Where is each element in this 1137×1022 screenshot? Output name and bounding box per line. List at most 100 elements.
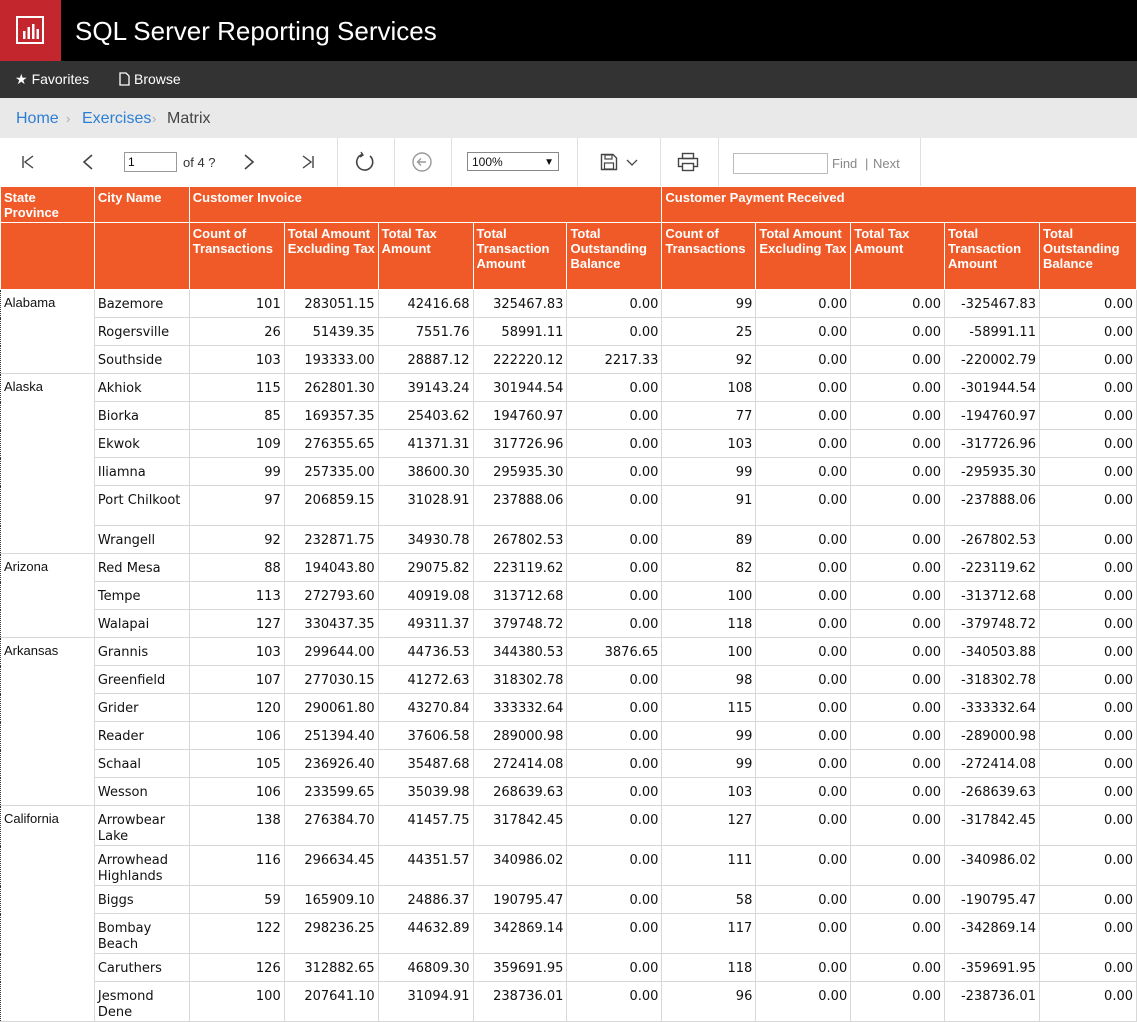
zoom-select[interactable]: 100% ▼ (467, 152, 559, 171)
breadcrumb-exercises[interactable]: Exercises (82, 109, 151, 129)
payment-outstanding-cell: 0.00 (1038, 289, 1137, 318)
header-invoice-tax: Total Tax Amount (377, 222, 474, 290)
payment-outstanding-cell: 0.00 (1038, 805, 1137, 846)
payment-outstanding-cell: 0.00 (1038, 373, 1137, 402)
payment-outstanding-cell: 0.00 (1038, 609, 1137, 638)
payment-outstanding-cell: 0.00 (1038, 553, 1137, 582)
invoice-tax-cell: 7551.76 (377, 317, 474, 346)
city-cell: Biggs (93, 885, 190, 914)
payment-count-cell: 98 (661, 665, 757, 694)
table-row: Jesmond Dene 100 207641.10 31094.91 238736.0… (1, 981, 1137, 1022)
payment-transaction-cell: -58991.11 (944, 317, 1040, 346)
invoice-tax-cell: 41371.31 (377, 429, 474, 458)
payment-outstanding-cell: 0.00 (1038, 693, 1137, 722)
table-row: Southside 103 193333.00 28887.12 222220.12 22… (1, 345, 1137, 374)
invoice-transaction-cell: 194760.97 (472, 401, 568, 430)
save-icon[interactable] (600, 153, 620, 171)
payment-count-cell: 58 (661, 885, 757, 914)
header-invoice-count: Count of Transactions (188, 222, 285, 290)
city-cell: Wrangell (93, 525, 190, 554)
payment-transaction-cell: -268639.63 (944, 777, 1040, 806)
print-icon[interactable] (677, 152, 699, 172)
invoice-transaction-cell: 58991.11 (472, 317, 568, 346)
invoice-transaction-cell: 222220.12 (472, 345, 568, 374)
invoice-tax-cell: 28887.12 (377, 345, 474, 374)
payment-outstanding-cell: 0.00 (1038, 457, 1137, 486)
ssrs-logo[interactable] (0, 0, 61, 61)
invoice-outstanding-cell: 0.00 (566, 401, 663, 430)
payment-transaction-cell: -223119.62 (944, 553, 1040, 582)
refresh-icon[interactable] (354, 151, 376, 173)
payment-excl-tax-cell: 0.00 (755, 553, 852, 582)
invoice-outstanding-cell: 3876.65 (566, 637, 663, 666)
table-row: Arkansas Grannis 103 299644.00 44736.53 34438… (0, 637, 1137, 806)
payment-excl-tax-cell: 0.00 (755, 485, 852, 526)
invoice-outstanding-cell: 0.00 (566, 805, 663, 846)
invoice-transaction-cell: 268639.63 (472, 777, 568, 806)
header-invoice-transaction: Total Transaction Amount (472, 222, 568, 290)
invoice-outstanding-cell: 0.00 (566, 525, 663, 554)
invoice-excl-tax-cell: 193333.00 (283, 345, 379, 374)
invoice-transaction-cell: 379748.72 (472, 609, 568, 638)
find-input[interactable] (733, 153, 828, 174)
invoice-transaction-cell: 272414.08 (472, 749, 568, 778)
chevron-right-icon: › (66, 111, 71, 126)
breadcrumb-home[interactable]: Home (16, 109, 59, 129)
payment-tax-cell: 0.00 (850, 913, 946, 954)
back-icon[interactable] (411, 151, 433, 173)
table-row: Wrangell 92 232871.75 34930.78 267802.53 0.00… (1, 525, 1137, 554)
table-row: Rogersville 26 51439.35 7551.76 58991.11 0.00… (1, 317, 1137, 346)
payment-tax-cell: 0.00 (850, 485, 946, 526)
payment-transaction-cell: -379748.72 (944, 609, 1040, 638)
invoice-count-cell: 26 (188, 317, 285, 346)
payment-transaction-cell: -301944.54 (944, 373, 1040, 402)
payment-tax-cell: 0.00 (850, 525, 946, 554)
payment-tax-cell: 0.00 (850, 345, 946, 374)
find-button[interactable]: Find (832, 156, 857, 171)
invoice-outstanding-cell: 2217.33 (566, 345, 663, 374)
payment-outstanding-cell: 0.00 (1038, 525, 1137, 554)
header-invoice-outstanding: Total Outstanding Balance (566, 222, 663, 290)
table-row: Reader 106 251394.40 37606.58 289000.98 0.00 9… (1, 721, 1137, 750)
payment-count-cell: 99 (661, 749, 757, 778)
breadcrumb-current: Matrix (167, 110, 211, 127)
find-next-button[interactable]: Next (873, 156, 900, 171)
payment-excl-tax-cell: 0.00 (755, 953, 852, 982)
city-cell: Biorka (93, 401, 190, 430)
invoice-excl-tax-cell: 277030.15 (283, 665, 379, 694)
payment-excl-tax-cell: 0.00 (755, 913, 852, 954)
payment-excl-tax-cell: 0.00 (755, 981, 852, 1022)
invoice-outstanding-cell: 0.00 (566, 981, 663, 1022)
invoice-excl-tax-cell: 194043.80 (283, 553, 379, 582)
invoice-excl-tax-cell: 236926.40 (283, 749, 379, 778)
payment-count-cell: 100 (661, 581, 757, 610)
next-page-icon[interactable] (241, 153, 257, 171)
invoice-excl-tax-cell: 232871.75 (283, 525, 379, 554)
payment-tax-cell: 0.00 (850, 553, 946, 582)
last-page-icon[interactable] (300, 154, 316, 170)
payment-outstanding-cell: 0.00 (1038, 485, 1137, 526)
payment-count-cell: 99 (661, 721, 757, 750)
invoice-count-cell: 122 (188, 913, 285, 954)
invoice-outstanding-cell: 0.00 (566, 953, 663, 982)
payment-transaction-cell: -295935.30 (944, 457, 1040, 486)
payment-transaction-cell: -317842.45 (944, 805, 1040, 846)
payment-tax-cell: 0.00 (850, 317, 946, 346)
table-row: Wesson 106 233599.65 35039.98 268639.63 0.00 1… (1, 777, 1137, 806)
payment-tax-cell: 0.00 (850, 721, 946, 750)
payment-transaction-cell: -272414.08 (944, 749, 1040, 778)
invoice-tax-cell: 41457.75 (377, 805, 474, 846)
first-page-icon[interactable] (20, 154, 36, 170)
page-number-input[interactable]: 1 (124, 152, 177, 172)
invoice-transaction-cell: 289000.98 (472, 721, 568, 750)
payment-excl-tax-cell: 0.00 (755, 345, 852, 374)
browse-link[interactable]: Browse (119, 61, 181, 98)
invoice-tax-cell: 43270.84 (377, 693, 474, 722)
invoice-transaction-cell: 318302.78 (472, 665, 568, 694)
payment-transaction-cell: -340986.02 (944, 845, 1040, 886)
report-matrix: State Province City Name Customer Invoic… (0, 186, 1137, 1022)
state-cell: Arkansas (0, 637, 95, 806)
favorites-link[interactable]: ★ Favorites (15, 61, 89, 98)
chevron-down-icon[interactable] (626, 159, 638, 167)
previous-page-icon[interactable] (80, 153, 96, 171)
